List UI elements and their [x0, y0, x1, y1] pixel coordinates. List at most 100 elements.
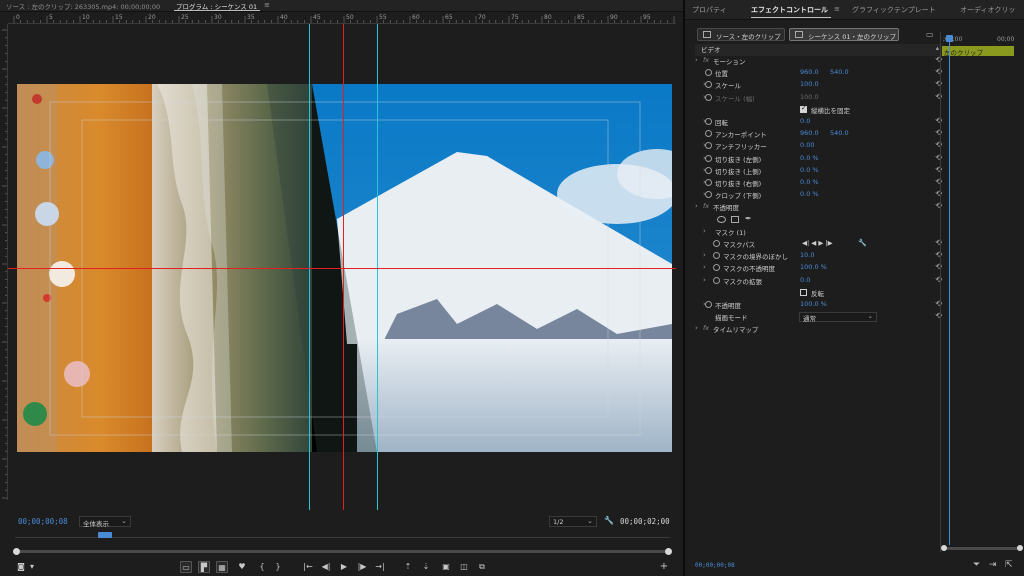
property-row[interactable]: › アンチフリッカー 0.00 ⟲ — [695, 141, 943, 153]
mark-out-button[interactable]: } — [272, 561, 284, 573]
guide-horizontal-red[interactable] — [8, 268, 676, 269]
scrollbar-handle-right[interactable] — [665, 548, 672, 555]
resolution-dropdown[interactable]: 1/2 ⌄ — [549, 516, 597, 527]
stopwatch-icon[interactable] — [705, 301, 712, 308]
property-value[interactable]: 100.0 — [800, 80, 819, 88]
property-value[interactable]: 960.0 — [800, 68, 819, 76]
property-row[interactable]: › スケール 100.0 ⟲ — [695, 80, 943, 92]
step-forward-button[interactable]: |▶ — [356, 561, 368, 573]
wrench-icon[interactable]: 🔧 — [604, 516, 614, 525]
property-value[interactable]: 0.00 — [800, 141, 814, 149]
effect-playhead[interactable] — [949, 40, 950, 545]
overlay-button[interactable]: ▛ — [198, 561, 210, 573]
mini-ruler[interactable] — [15, 530, 670, 538]
add-button-icon[interactable]: + — [658, 561, 670, 573]
property-value[interactable]: 0.0 % — [800, 166, 819, 174]
stopwatch-icon[interactable] — [705, 166, 712, 174]
playhead-marker[interactable] — [98, 532, 112, 538]
stopwatch-icon[interactable] — [713, 276, 720, 284]
stopwatch-icon[interactable] — [705, 179, 712, 186]
property-row[interactable]: ✒ — [695, 214, 943, 227]
tab-source[interactable]: ソース : 左のクリップ: 263305.mp4: 00;00;00;00 — [6, 1, 160, 11]
property-row[interactable]: › マスクの拡張 0.0 ⟲ — [695, 275, 943, 288]
property-row[interactable]: › スケール (幅) 100.0 ⟲ — [695, 92, 943, 105]
zoom-scrollbar[interactable] — [16, 550, 668, 553]
property-row[interactable]: › マスクの不透明度 100.0 % ⟲ — [695, 263, 943, 275]
stopwatch-icon[interactable] — [705, 69, 712, 77]
property-value-y[interactable]: 540.0 — [830, 68, 849, 76]
property-value[interactable]: 0.0 — [800, 276, 810, 284]
expand-arrow-icon[interactable]: › — [703, 263, 706, 271]
property-row[interactable]: › 切り抜き (左側) 0.0 % ⟲ — [695, 153, 943, 166]
property-row[interactable]: › マスクの境界のぼかし 10.0 ⟲ — [695, 251, 943, 263]
property-row[interactable]: マスクパス ◀| ◀ ▶ |▶ 🔧 ⟲ — [695, 239, 943, 251]
multi-camera-icon[interactable]: ⧉ — [476, 561, 488, 573]
sequence-clip-button[interactable]: シーケンス 01・左のクリップ — [789, 28, 899, 41]
property-row[interactable]: › fx タイムリマップ — [695, 324, 943, 336]
stopwatch-icon[interactable] — [713, 264, 720, 272]
property-row[interactable]: 反転 — [695, 288, 943, 300]
ellipse-mask-icon[interactable] — [717, 215, 726, 223]
property-row[interactable]: 描画モード 通常 ⌄ ⟲ — [695, 312, 943, 324]
tab-properties[interactable]: プロパティ — [692, 5, 727, 15]
guide-vertical-cyan-right[interactable] — [377, 24, 378, 510]
effect-playhead-handle[interactable] — [946, 35, 953, 42]
fx-icon[interactable]: fx — [703, 202, 709, 210]
effect-scrollbar-handle-left[interactable] — [941, 545, 947, 551]
wrench-icon[interactable]: 🔧 — [858, 239, 867, 247]
settings-dropdown-chevron[interactable]: ▾ — [26, 561, 38, 573]
expand-arrow-icon[interactable]: › — [695, 202, 698, 210]
property-row[interactable]: 位置 960.0 540.0 ⟲ — [695, 68, 943, 80]
property-row[interactable]: アンカーポイント 960.0 540.0 ⟲ — [695, 129, 943, 141]
stopwatch-icon[interactable] — [705, 93, 712, 101]
effect-scrollbar-handle-right[interactable] — [1017, 545, 1023, 551]
property-value[interactable]: 100.0 % — [800, 300, 827, 308]
comparison-view-icon[interactable]: ◫ — [458, 561, 470, 573]
property-value-y[interactable]: 540.0 — [830, 129, 849, 137]
property-row[interactable]: › 切り抜き (上側) 0.0 % ⟲ — [695, 165, 943, 178]
step-back-button[interactable]: ◀| — [320, 561, 332, 573]
property-row[interactable]: › fx 不透明度 ⟲ — [695, 202, 943, 214]
stopwatch-icon[interactable] — [705, 118, 712, 125]
tab-effect-controls[interactable]: エフェクトコントロール — [751, 5, 828, 15]
play-button[interactable]: ▶ — [338, 561, 350, 573]
tab-graphic-templates[interactable]: グラフィックテンプレート — [852, 5, 936, 15]
stopwatch-icon[interactable] — [713, 240, 720, 247]
mark-in-button[interactable]: { — [256, 561, 268, 573]
effect-timeline[interactable]: ;00;00 00;00 左のクリップ — [940, 32, 1024, 552]
export-icon[interactable]: ⇱ — [1005, 560, 1013, 570]
property-row[interactable]: › マスク (1) — [695, 227, 943, 239]
filter-icon[interactable]: ⏷ — [973, 560, 980, 570]
stopwatch-icon[interactable] — [705, 81, 712, 89]
stopwatch-icon[interactable] — [705, 142, 712, 150]
stopwatch-icon[interactable] — [705, 191, 712, 199]
safe-margins-button[interactable]: ▭ — [180, 561, 192, 573]
stopwatch-icon[interactable] — [705, 130, 712, 138]
property-row[interactable]: › 切り抜き (右側) 0.0 % ⟲ — [695, 178, 943, 190]
property-row[interactable]: › fx モーション ⟲ — [695, 56, 943, 68]
go-to-in-button[interactable]: |← — [302, 561, 314, 573]
play-audio-icon[interactable]: ⇥ — [989, 560, 997, 570]
checkbox[interactable] — [800, 104, 807, 113]
property-row[interactable]: › 不透明度 100.0 % ⟲ — [695, 300, 943, 312]
panel-toggle-icon[interactable]: ▭ — [926, 30, 934, 39]
property-value[interactable]: 100.0 % — [800, 263, 827, 271]
fit-dropdown[interactable]: 全体表示 ⌄ — [79, 516, 131, 528]
property-value[interactable]: 10.0 — [800, 251, 814, 259]
scrollbar-handle-left[interactable] — [13, 548, 20, 555]
mask-path-tracking-controls[interactable]: ◀| ◀ ▶ |▶ — [802, 239, 833, 247]
lift-icon[interactable]: ⇡ — [402, 561, 414, 573]
property-value[interactable]: 0.0 — [800, 117, 810, 125]
source-clip-button[interactable]: ソース・左のクリップ — [697, 28, 785, 41]
expand-arrow-icon[interactable]: › — [703, 251, 706, 259]
tab-audio-clip[interactable]: オーディオクリッ — [960, 5, 1015, 15]
tab-menu-icon[interactable]: ≡ — [264, 1, 270, 9]
blend-mode-dropdown[interactable]: 通常 ⌄ — [799, 312, 877, 323]
fx-icon[interactable]: fx — [703, 56, 709, 64]
pen-mask-icon[interactable]: ✒ — [745, 214, 752, 223]
clip-bar[interactable]: 左のクリップ — [942, 46, 1014, 57]
expand-arrow-icon[interactable]: › — [703, 276, 706, 284]
expand-arrow-icon[interactable]: › — [703, 227, 706, 235]
stopwatch-icon[interactable] — [713, 252, 720, 260]
expand-arrow-icon[interactable]: › — [695, 324, 698, 332]
